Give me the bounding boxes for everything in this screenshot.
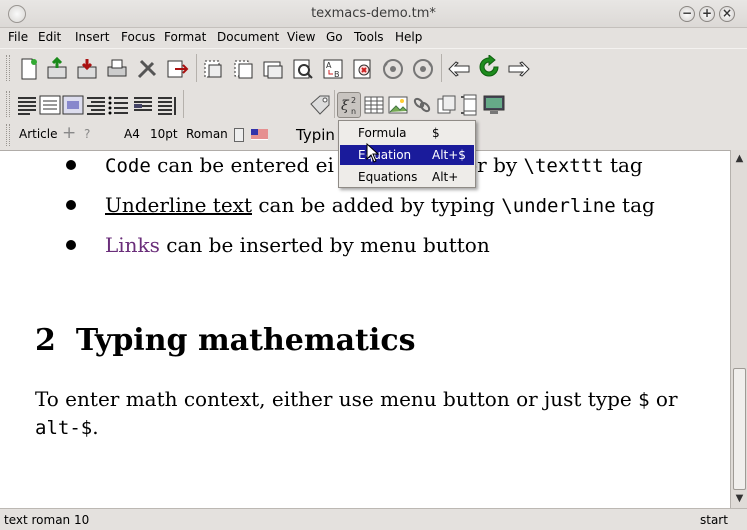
- menu-focus[interactable]: Focus: [121, 30, 155, 44]
- paste-icon[interactable]: [261, 57, 285, 81]
- redo-icon[interactable]: [411, 57, 435, 81]
- main-toolbar: AB: [0, 48, 747, 88]
- undo-icon[interactable]: [381, 57, 405, 81]
- font-size-selector[interactable]: 10pt: [150, 127, 178, 141]
- menu-item-equation[interactable]: Equation Alt+$: [340, 145, 474, 165]
- spell-check-icon[interactable]: [351, 57, 375, 81]
- document-canvas[interactable]: Code can be entered ei n or by \texttt ta…: [0, 150, 730, 508]
- replace-icon[interactable]: AB: [321, 57, 345, 81]
- description-list-icon[interactable]: [131, 93, 155, 117]
- table-icon[interactable]: [362, 93, 386, 117]
- bullet-marker: [66, 200, 76, 210]
- bullet-marker: [66, 240, 76, 250]
- save-document-icon[interactable]: [75, 57, 99, 81]
- menu-item-equations[interactable]: Equations Alt+: [340, 167, 474, 187]
- menu-go[interactable]: Go: [326, 30, 343, 44]
- open-document-icon[interactable]: [45, 56, 69, 81]
- context-label: Typin: [296, 126, 335, 144]
- scroll-down-arrow-icon[interactable]: ▼: [732, 491, 747, 506]
- scroll-up-arrow-icon[interactable]: ▲: [732, 151, 747, 166]
- toolbar-grip[interactable]: [6, 55, 10, 81]
- note-icon[interactable]: [434, 93, 458, 117]
- svg-text:2: 2: [351, 96, 356, 105]
- image-icon[interactable]: [386, 93, 410, 117]
- add-package-button[interactable]: +: [62, 123, 76, 143]
- menu-tools[interactable]: Tools: [354, 30, 384, 44]
- section-heading: 2 Typing mathematics: [35, 323, 416, 358]
- paper-size-selector[interactable]: A4: [124, 127, 140, 141]
- align-right-icon[interactable]: [84, 93, 108, 117]
- close-button[interactable]: ×: [719, 6, 735, 22]
- tag-icon[interactable]: [308, 93, 332, 117]
- svg-text:n: n: [351, 107, 356, 116]
- mouse-pointer-icon: [366, 142, 380, 163]
- menu-document[interactable]: Document: [217, 30, 279, 44]
- align-center-icon[interactable]: [38, 93, 62, 117]
- title-bar: texmacs-demo.tm* − + ×: [0, 0, 747, 28]
- forward-hand-icon[interactable]: [507, 57, 531, 81]
- reload-icon[interactable]: [477, 53, 501, 79]
- paragraph-line-1: To enter math context, either use menu b…: [35, 387, 678, 411]
- window-title: texmacs-demo.tm*: [311, 6, 436, 21]
- bullet-line-underline: Underline text can be added by typing \u…: [105, 193, 655, 217]
- status-left: text roman 10: [4, 513, 90, 527]
- menu-edit[interactable]: Edit: [38, 30, 61, 44]
- session-icon[interactable]: [482, 93, 506, 117]
- export-icon[interactable]: [165, 57, 189, 81]
- maximize-button[interactable]: +: [699, 6, 715, 22]
- document-style-selector[interactable]: Article: [19, 127, 58, 141]
- vertical-scrollbar[interactable]: ▲ ▼: [730, 150, 747, 508]
- menu-file[interactable]: File: [8, 30, 28, 44]
- menu-help[interactable]: Help: [395, 30, 422, 44]
- menu-item-formula[interactable]: Formula $: [340, 123, 474, 143]
- print-icon[interactable]: [105, 57, 129, 81]
- cut-icon[interactable]: [201, 57, 225, 81]
- font-selector[interactable]: Roman: [186, 127, 228, 141]
- color-swatch[interactable]: [234, 128, 244, 142]
- math-insert-dropdown: Formula $ Equation Alt+$ Equations Alt+: [338, 120, 476, 188]
- bullet-line-links: Links can be inserted by menu button: [105, 233, 490, 257]
- menu-bar: File Edit Insert Focus Format Document V…: [0, 28, 747, 48]
- toolbar-grip[interactable]: [6, 124, 10, 146]
- new-document-icon[interactable]: [17, 57, 41, 81]
- search-icon[interactable]: [291, 57, 315, 81]
- scrollbar-thumb[interactable]: [733, 368, 746, 490]
- link-icon[interactable]: [410, 93, 434, 117]
- paragraph-line-2: alt-$.: [35, 415, 99, 439]
- back-hand-icon[interactable]: [447, 57, 471, 81]
- align-left-icon[interactable]: [15, 93, 39, 117]
- help-button[interactable]: ?: [84, 127, 90, 141]
- status-bar: text roman 10 start: [0, 508, 747, 530]
- toolbar-grip[interactable]: [6, 91, 10, 117]
- animation-icon[interactable]: [458, 93, 482, 117]
- minimize-button[interactable]: −: [679, 6, 695, 22]
- us-flag-icon[interactable]: [251, 129, 268, 140]
- menu-view[interactable]: View: [287, 30, 315, 44]
- status-right: start: [700, 513, 728, 527]
- format-toolbar: E S V S NA ξ2n: [0, 88, 747, 203]
- itemize-icon[interactable]: [107, 93, 131, 117]
- svg-text:ξ: ξ: [341, 98, 350, 114]
- math-mode-icon[interactable]: ξ2 n: [337, 92, 361, 118]
- svg-text:B: B: [334, 70, 340, 79]
- copy-icon[interactable]: [231, 57, 255, 81]
- enumerate-icon[interactable]: [155, 93, 179, 117]
- menu-insert[interactable]: Insert: [75, 30, 109, 44]
- hyperlink[interactable]: Links: [105, 233, 160, 257]
- bullet-marker: [66, 160, 76, 170]
- align-justify-icon[interactable]: [61, 93, 85, 117]
- menu-format[interactable]: Format: [164, 30, 206, 44]
- preferences-tools-icon[interactable]: [135, 57, 159, 81]
- svg-text:A: A: [326, 61, 332, 70]
